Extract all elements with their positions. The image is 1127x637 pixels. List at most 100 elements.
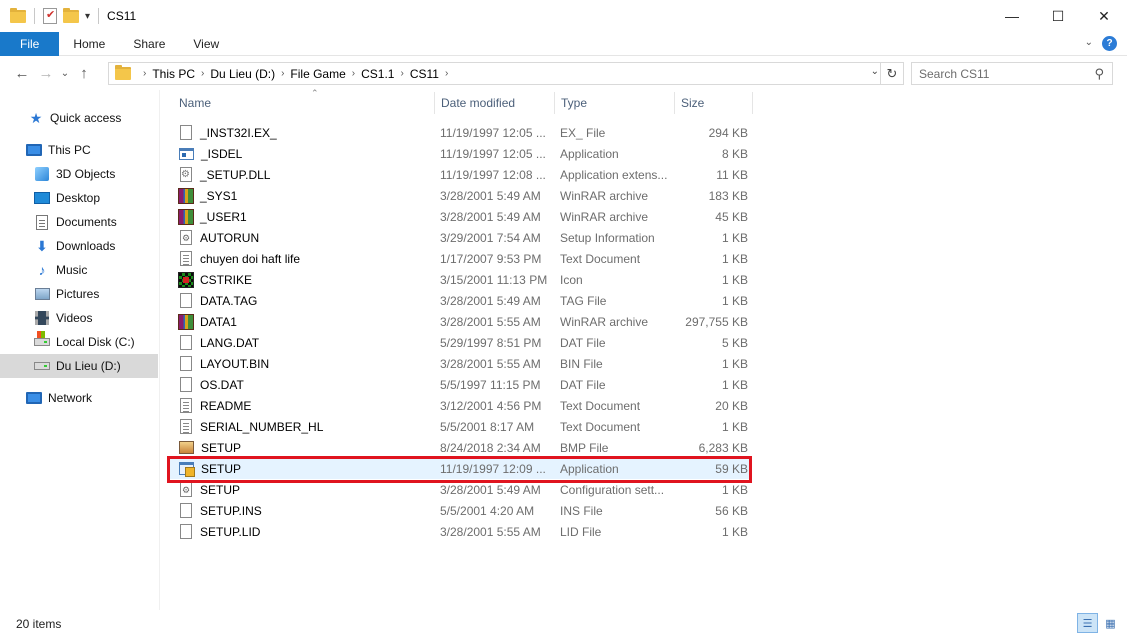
sidebar-item-downloads[interactable]: ⬇ Downloads: [0, 234, 158, 258]
file-size: 1 KB: [721, 272, 748, 287]
file-row[interactable]: _ISDEL 11/19/1997 12:05 ... Application 8 K…: [168, 143, 750, 164]
maximize-button[interactable]: ☐: [1035, 0, 1081, 32]
chevron-right-icon[interactable]: ›: [281, 68, 284, 79]
refresh-button[interactable]: ↻: [880, 63, 903, 84]
tab-view[interactable]: View: [179, 32, 233, 56]
file-type: Application extens...: [560, 167, 668, 182]
tab-home[interactable]: Home: [59, 32, 119, 56]
sidebar-item-quick-access[interactable]: ★ Quick access: [0, 106, 158, 130]
file-row[interactable]: DATA.TAG 3/28/2001 5:49 AM TAG File 1 KB: [168, 290, 750, 311]
tab-file[interactable]: File: [0, 31, 60, 56]
file-date: 5/5/1997 11:15 PM: [440, 377, 541, 392]
file-date: 3/28/2001 5:55 AM: [440, 524, 541, 539]
file-name: chuyen doi haft life: [200, 251, 301, 266]
file-row[interactable]: _SETUP.DLL 11/19/1997 12:08 ... Applicatio…: [168, 164, 750, 185]
ribbon-tabs: File Home Share View ⌄ ?: [0, 31, 1127, 56]
address-history-dropdown[interactable]: ⌄: [871, 66, 879, 77]
file-name-cell: SERIAL_NUMBER_HL: [178, 419, 323, 434]
minimize-button[interactable]: —: [989, 0, 1035, 32]
sidebar-item-du-lieu-d[interactable]: Du Lieu (D:): [0, 354, 158, 378]
column-header-type[interactable]: Type: [555, 90, 675, 116]
search-box[interactable]: ⚲: [911, 62, 1113, 85]
chevron-right-icon[interactable]: ›: [352, 68, 355, 79]
file-row[interactable]: chuyen doi haft life 1/17/2007 9:53 PM Tex…: [168, 248, 750, 269]
sidebar-item-label: 3D Objects: [56, 167, 116, 181]
back-button[interactable]: ←: [10, 62, 34, 86]
file-size: 294 KB: [708, 125, 748, 140]
file-date: 11/19/1997 12:05 ...: [440, 146, 546, 161]
column-header-label: Type: [561, 96, 588, 110]
details-view-icon[interactable]: ☰: [1077, 613, 1098, 633]
file-row[interactable]: LANG.DAT 5/29/1997 8:51 PM DAT File 5 KB: [168, 332, 750, 353]
file-row[interactable]: DATA1 3/28/2001 5:55 AM WinRAR archive 297,…: [168, 311, 750, 332]
folder-icon: [10, 7, 26, 23]
file-row[interactable]: AUTORUN 3/29/2001 7:54 AM Setup Informatio…: [168, 227, 750, 248]
sidebar-item-label: Desktop: [56, 191, 101, 205]
sidebar-item-3d-objects[interactable]: 3D Objects: [0, 162, 158, 186]
recent-locations-dropdown[interactable]: ⌄: [58, 62, 72, 86]
file-row[interactable]: _SYS1 3/28/2001 5:49 AM WinRAR archive 183 …: [168, 185, 750, 206]
sidebar-item-label: Quick access: [50, 111, 122, 125]
help-icon[interactable]: ?: [1102, 36, 1117, 51]
column-header-name[interactable]: ⌃ Name: [173, 88, 435, 116]
sidebar-item-music[interactable]: ♪ Music: [0, 258, 158, 282]
file-row[interactable]: README 3/12/2001 4:56 PM Text Document 20 K…: [168, 395, 750, 416]
sidebar-item-documents[interactable]: Documents: [0, 210, 158, 234]
breadcrumb-cs1-1[interactable]: CS1.1: [361, 67, 394, 81]
address-bar[interactable]: › This PC › Du Lieu (D:) › File Game › C…: [108, 62, 904, 85]
close-button[interactable]: ✕: [1081, 0, 1127, 32]
forward-button[interactable]: →: [34, 62, 58, 86]
search-icon[interactable]: ⚲: [1094, 66, 1104, 82]
breadcrumb-du-lieu[interactable]: Du Lieu (D:): [210, 67, 275, 81]
search-input[interactable]: [919, 66, 1089, 81]
file-row[interactable]: CSTRIKE 3/15/2001 11:13 PM Icon 1 KB: [168, 269, 750, 290]
sidebar-item-local-disk-c[interactable]: Local Disk (C:): [0, 330, 158, 354]
file-size: 1 KB: [721, 230, 748, 245]
star-icon: ★: [29, 109, 43, 126]
file-date: 3/28/2001 5:49 AM: [440, 209, 541, 224]
column-divider[interactable]: [752, 92, 753, 114]
breadcrumb-cs11[interactable]: CS11: [410, 67, 439, 81]
file-row[interactable]: SETUP.INS 5/5/2001 4:20 AM INS File 56 KB: [168, 500, 750, 521]
breadcrumb-file-game[interactable]: File Game: [290, 67, 345, 81]
file-row[interactable]: SERIAL_NUMBER_HL 5/5/2001 8:17 AM Text Doc…: [168, 416, 750, 437]
file-name: README: [200, 398, 252, 413]
breadcrumb-this-pc[interactable]: This PC: [152, 67, 195, 81]
sidebar-item-network[interactable]: Network: [0, 386, 158, 410]
tab-share[interactable]: Share: [119, 32, 179, 56]
sidebar-item-desktop[interactable]: Desktop: [0, 186, 158, 210]
file-row[interactable]: SETUP.LID 3/28/2001 5:55 AM LID File 1 KB: [168, 521, 750, 542]
toolbar-separator: [98, 8, 100, 24]
setup-information-icon: [180, 482, 192, 497]
chevron-right-icon[interactable]: ›: [201, 68, 204, 79]
chevron-right-icon[interactable]: ›: [445, 68, 448, 79]
sidebar-item-this-pc[interactable]: This PC: [0, 138, 158, 162]
expand-ribbon-icon[interactable]: ⌄: [1085, 37, 1093, 48]
properties-icon[interactable]: [43, 8, 57, 24]
chevron-right-icon[interactable]: ›: [400, 68, 403, 79]
column-header-size[interactable]: Size: [675, 90, 753, 116]
text-document-icon: [180, 251, 192, 266]
file-row[interactable]: LAYOUT.BIN 3/28/2001 5:55 AM BIN File 1 KB: [168, 353, 750, 374]
sidebar-item-videos[interactable]: Videos: [0, 306, 158, 330]
window-controls: — ☐ ✕: [989, 0, 1127, 32]
column-header-date[interactable]: Date modified: [435, 90, 555, 116]
up-button[interactable]: ↑: [72, 62, 96, 86]
file-row[interactable]: _USER1 3/28/2001 5:49 AM WinRAR archive 45 …: [168, 206, 750, 227]
file-row[interactable]: OS.DAT 5/5/1997 11:15 PM DAT File 1 KB: [168, 374, 750, 395]
file-name-cell: _SETUP.DLL: [178, 167, 270, 182]
file-icon: [180, 125, 192, 140]
file-type: Icon: [560, 272, 583, 287]
new-folder-icon[interactable]: [63, 7, 79, 23]
customize-toolbar-dropdown[interactable]: ▾: [85, 11, 90, 22]
sidebar-item-pictures[interactable]: Pictures: [0, 282, 158, 306]
file-type: WinRAR archive: [560, 209, 649, 224]
file-name: OS.DAT: [200, 377, 244, 392]
file-date: 3/28/2001 5:49 AM: [440, 188, 541, 203]
file-name-cell: SETUP: [178, 441, 241, 455]
file-row[interactable]: SETUP 8/24/2018 2:34 AM BMP File 6,283 KB: [168, 437, 750, 458]
large-icons-view-icon[interactable]: ▦: [1100, 613, 1121, 633]
chevron-right-icon[interactable]: ›: [143, 68, 146, 79]
file-row[interactable]: _INST32I.EX_ 11/19/1997 12:05 ... EX_ File…: [168, 122, 750, 143]
sidebar-item-label: Documents: [56, 215, 117, 229]
